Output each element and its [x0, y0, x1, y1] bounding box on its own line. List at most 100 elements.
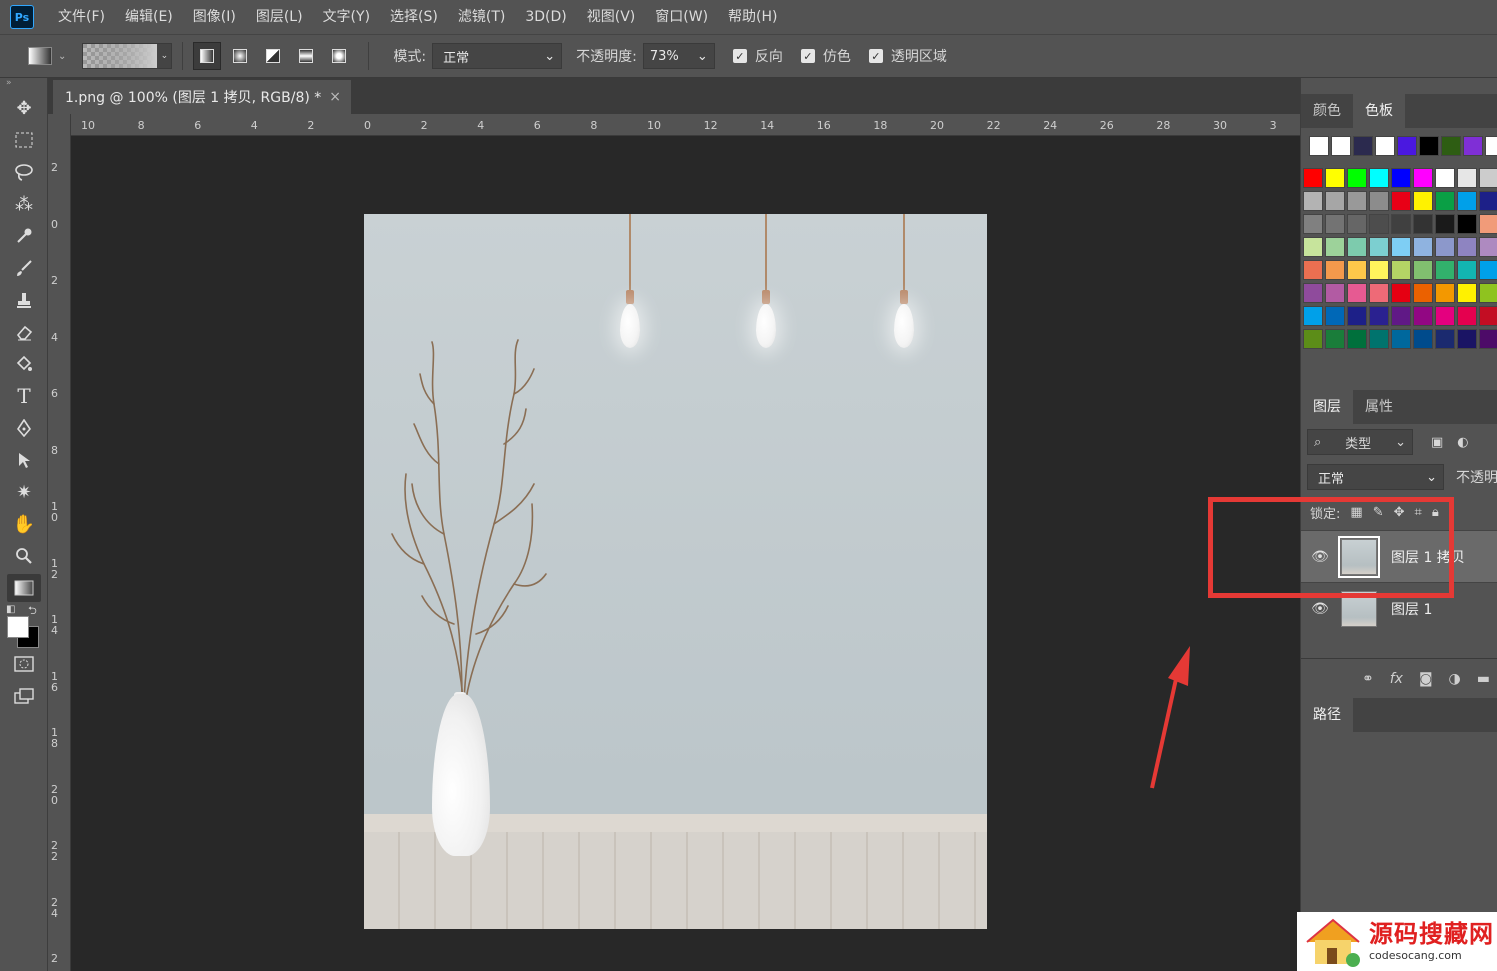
- color-swatch[interactable]: [1457, 306, 1477, 326]
- color-swatch[interactable]: [1369, 191, 1389, 211]
- menu-file[interactable]: 文件(F): [48, 0, 115, 34]
- color-swatch[interactable]: [1369, 283, 1389, 303]
- menu-edit[interactable]: 编辑(E): [115, 0, 183, 34]
- color-swatch[interactable]: [1347, 237, 1367, 257]
- angle-gradient-button[interactable]: [259, 42, 287, 70]
- color-swatch[interactable]: [1457, 191, 1477, 211]
- eraser-tool[interactable]: [0, 316, 48, 348]
- tab-color[interactable]: 颜色: [1301, 94, 1353, 128]
- default-colors-icon[interactable]: ◧: [6, 604, 15, 615]
- lock-transparent-icon[interactable]: ▦: [1350, 505, 1362, 520]
- color-swatch[interactable]: [1413, 283, 1433, 303]
- color-swatch[interactable]: [1369, 306, 1389, 326]
- menu-layer[interactable]: 图层(L): [246, 0, 313, 34]
- color-swatch[interactable]: [1457, 260, 1477, 280]
- tab-properties[interactable]: 属性: [1353, 390, 1405, 424]
- color-swatch[interactable]: [1435, 329, 1455, 349]
- color-swatch[interactable]: [1413, 191, 1433, 211]
- menu-view[interactable]: 视图(V): [577, 0, 646, 34]
- color-swatch[interactable]: [1391, 214, 1411, 234]
- linear-gradient-button[interactable]: [193, 42, 222, 70]
- color-swatch[interactable]: [1479, 214, 1497, 234]
- tab-paths[interactable]: 路径: [1301, 698, 1353, 732]
- menu-help[interactable]: 帮助(H): [718, 0, 787, 34]
- color-swatch[interactable]: [1479, 237, 1497, 257]
- eye-icon[interactable]: 👁︎: [1301, 549, 1339, 565]
- reflected-gradient-button[interactable]: [292, 42, 320, 70]
- move-tool[interactable]: ✥: [0, 92, 48, 124]
- color-swatch[interactable]: [1309, 136, 1329, 156]
- color-swatch[interactable]: [1325, 306, 1345, 326]
- pen-tool[interactable]: [0, 412, 48, 444]
- color-swatch[interactable]: [1479, 306, 1497, 326]
- lock-image-icon[interactable]: ✎: [1373, 505, 1384, 520]
- color-swatch[interactable]: [1303, 329, 1323, 349]
- canvas-image[interactable]: [364, 214, 987, 929]
- color-swatch[interactable]: [1391, 329, 1411, 349]
- menu-window[interactable]: 窗口(W): [645, 0, 718, 34]
- diamond-gradient-button[interactable]: [325, 42, 353, 70]
- color-swatch[interactable]: [1347, 168, 1367, 188]
- color-swatch[interactable]: [1435, 260, 1455, 280]
- eye-icon[interactable]: 👁︎: [1301, 601, 1339, 617]
- color-swatch[interactable]: [1347, 214, 1367, 234]
- gradient-tool[interactable]: [0, 572, 48, 604]
- color-swatch[interactable]: [1369, 329, 1389, 349]
- color-swatch[interactable]: [1435, 237, 1455, 257]
- type-tool[interactable]: T: [0, 380, 48, 412]
- hand-tool[interactable]: ✋: [0, 508, 48, 540]
- opacity-input[interactable]: 73% ⌄: [642, 43, 715, 69]
- gradient-editor-preview[interactable]: ⌄: [82, 43, 173, 69]
- color-swatch[interactable]: [1369, 237, 1389, 257]
- menu-type[interactable]: 文字(Y): [313, 0, 380, 34]
- color-swatch[interactable]: [1413, 329, 1433, 349]
- color-swatch[interactable]: [1325, 168, 1345, 188]
- menu-image[interactable]: 图像(I): [183, 0, 246, 34]
- adjustment-filter-icon[interactable]: ◐: [1457, 435, 1468, 450]
- color-swatch[interactable]: [1413, 168, 1433, 188]
- vertical-ruler[interactable]: 2 0 2 4 6 8 10 12 14 16 18 20 22 24 2: [48, 114, 71, 971]
- link-layers-icon[interactable]: ⚭: [1362, 671, 1374, 687]
- lasso-tool[interactable]: [0, 156, 48, 188]
- color-swatch[interactable]: [1325, 260, 1345, 280]
- swap-colors-icon[interactable]: ⮌: [28, 602, 37, 621]
- color-swatch[interactable]: [1463, 136, 1483, 156]
- dither-checkbox[interactable]: ✓ 仿色: [800, 46, 851, 66]
- layer-style-icon[interactable]: fx: [1390, 671, 1403, 687]
- shape-tool[interactable]: ✷: [0, 476, 48, 508]
- transparency-checkbox[interactable]: ✓ 透明区域: [868, 46, 947, 66]
- color-swatch[interactable]: [1457, 237, 1477, 257]
- path-selection-tool[interactable]: [0, 444, 48, 476]
- chevron-down-icon[interactable]: ⌄: [157, 44, 172, 68]
- color-swatch[interactable]: [1391, 237, 1411, 257]
- color-swatch[interactable]: [1375, 136, 1395, 156]
- color-swatch[interactable]: [1369, 168, 1389, 188]
- color-swatch[interactable]: [1347, 306, 1367, 326]
- color-swatch[interactable]: [1303, 168, 1323, 188]
- color-swatch[interactable]: [1413, 306, 1433, 326]
- screen-mode-button[interactable]: [0, 680, 48, 712]
- color-swatch[interactable]: [1303, 260, 1323, 280]
- color-swatch[interactable]: [1369, 260, 1389, 280]
- color-swatch[interactable]: [1397, 136, 1417, 156]
- color-swatch[interactable]: [1303, 237, 1323, 257]
- color-swatch[interactable]: [1325, 329, 1345, 349]
- layer-kind-filter[interactable]: ⌕ 类型 ⌄: [1307, 429, 1413, 455]
- color-swatch[interactable]: [1391, 283, 1411, 303]
- color-swatch[interactable]: [1413, 260, 1433, 280]
- blend-mode-select[interactable]: 正常 ⌄: [1307, 464, 1444, 490]
- layer-row[interactable]: 👁︎ 图层 1 拷贝: [1301, 530, 1497, 582]
- color-swatch[interactable]: [1303, 191, 1323, 211]
- color-swatch[interactable]: [1485, 136, 1497, 156]
- color-swatch[interactable]: [1435, 306, 1455, 326]
- brush-tool[interactable]: [0, 252, 48, 284]
- color-swatch[interactable]: [1303, 214, 1323, 234]
- new-group-icon[interactable]: ▬: [1477, 671, 1490, 687]
- menu-3d[interactable]: 3D(D): [515, 0, 576, 34]
- lock-position-icon[interactable]: ✥: [1394, 505, 1405, 520]
- tab-swatches[interactable]: 色板: [1353, 94, 1405, 128]
- color-swatch[interactable]: [1479, 168, 1497, 188]
- marquee-tool[interactable]: [0, 124, 48, 156]
- menu-filter[interactable]: 滤镜(T): [448, 0, 515, 34]
- zoom-tool[interactable]: [0, 540, 48, 572]
